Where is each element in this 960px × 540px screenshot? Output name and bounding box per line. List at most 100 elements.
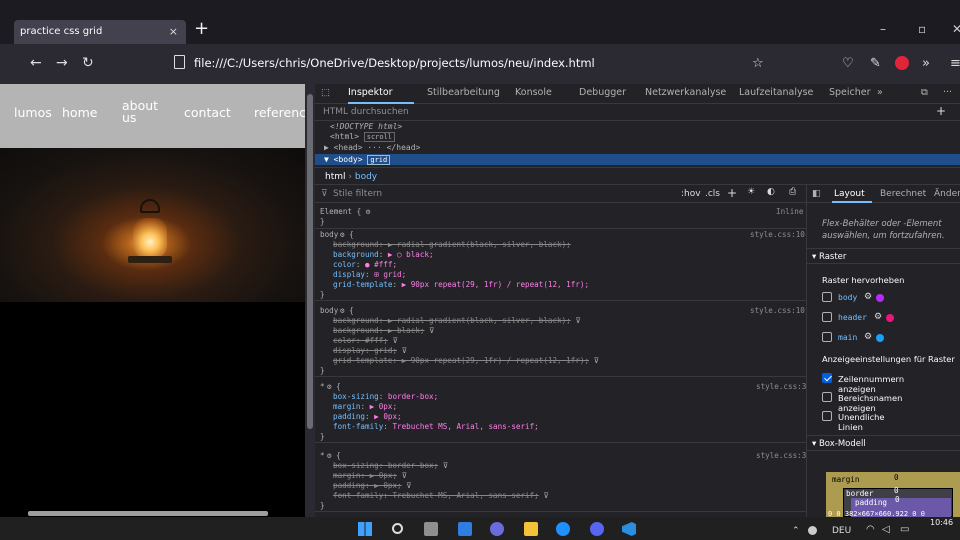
css-declaration[interactable]: box-sizing: border-box; — [333, 392, 438, 402]
rule-selector[interactable]: body — [320, 306, 338, 316]
setting-checkbox[interactable] — [822, 373, 832, 383]
adblock-icon[interactable] — [895, 56, 909, 70]
css-property[interactable]: color — [333, 336, 356, 345]
teams-icon[interactable] — [490, 522, 504, 536]
element-picker-icon[interactable]: ⬚ — [321, 87, 330, 98]
boxmodel-section[interactable]: ▾ Box-Modell — [806, 435, 960, 451]
css-property[interactable]: background — [333, 326, 379, 335]
css-property[interactable]: display — [333, 346, 365, 355]
wifi-icon[interactable]: ◠ — [866, 524, 875, 535]
add-node-icon[interactable]: + — [936, 104, 946, 118]
forward-icon[interactable]: → — [56, 55, 68, 71]
rule-selector[interactable]: * — [320, 451, 325, 461]
rule-selector[interactable]: body — [320, 230, 338, 240]
grid-settings-icon[interactable]: ⚙ — [864, 292, 872, 302]
css-value[interactable]: ▶ radial-gradient(black, silver, black); — [388, 240, 571, 249]
css-property[interactable]: background — [333, 250, 379, 259]
tab-close-icon[interactable]: × — [169, 20, 178, 44]
css-property[interactable]: font-family — [333, 491, 383, 500]
css-value[interactable]: ▶ 90px repeat(29, 1fr) / repeat(12, 1fr)… — [402, 356, 589, 365]
tab-style-editor[interactable]: Stilbearbeitung — [427, 87, 500, 98]
tab-console[interactable]: Konsole — [515, 87, 552, 98]
volume-icon[interactable]: ◁ — [882, 524, 890, 535]
tab-performance[interactable]: Laufzeitanalyse — [739, 87, 813, 98]
css-value[interactable]: ⊞ grid; — [374, 270, 406, 279]
rule-source-link[interactable]: style.css:10 — [750, 306, 805, 316]
setting-checkbox[interactable] — [822, 392, 832, 402]
rules-filter-input[interactable]: Stile filtern — [333, 189, 382, 199]
html-search-input[interactable]: HTML durchsuchen — [315, 104, 960, 121]
css-property[interactable]: margin — [333, 471, 360, 480]
tab-inspector[interactable]: Inspektor — [348, 87, 393, 98]
light-scheme-icon[interactable]: ☀ — [747, 187, 755, 197]
overridden-filter-icon[interactable]: ⊽ — [424, 326, 435, 335]
minimize-button[interactable]: – — [880, 22, 886, 36]
nav-about[interactable]: about us — [122, 99, 162, 124]
css-declaration[interactable]: padding: ▶ 0px; ⊽ — [333, 481, 412, 491]
grid-body-checkbox[interactable] — [822, 292, 832, 302]
rule-source-link[interactable]: style.css:10 — [750, 230, 805, 240]
language-indicator[interactable]: DEU — [832, 526, 851, 536]
tab-storage[interactable]: Speicher — [829, 87, 871, 98]
maximize-button[interactable]: ▫ — [918, 22, 926, 36]
reload-icon[interactable]: ↻ — [82, 55, 94, 71]
css-property[interactable]: display — [333, 270, 365, 279]
grid-color-swatch[interactable] — [876, 294, 884, 302]
css-declaration[interactable]: color: ● #fff; — [333, 260, 397, 270]
grid-color-swatch[interactable] — [876, 334, 884, 342]
css-property[interactable]: padding — [333, 412, 365, 421]
battery-icon[interactable]: ▭ — [900, 524, 909, 535]
print-media-icon[interactable]: ⎙ — [789, 187, 796, 197]
css-declaration[interactable]: color: #fff; ⊽ — [333, 336, 398, 346]
rule-selector[interactable]: * — [320, 382, 325, 392]
css-value[interactable]: #fff; — [365, 336, 388, 345]
new-tab-button[interactable]: + — [194, 18, 209, 39]
overridden-filter-icon[interactable]: ⊽ — [397, 471, 408, 480]
css-declaration[interactable]: background: ▶ radial-gradient(black, sil… — [333, 240, 571, 250]
css-declaration[interactable]: background: ▶ radial-gradient(black, sil… — [333, 316, 581, 326]
css-property[interactable]: background — [333, 316, 379, 325]
overridden-filter-icon[interactable]: ⊽ — [571, 316, 581, 325]
html-node[interactable]: <html> scroll — [330, 132, 396, 142]
overridden-filter-icon[interactable]: ⊽ — [438, 461, 449, 470]
rule-source-link[interactable]: style.css:3 — [756, 382, 806, 392]
browser-tab[interactable]: practice css grid × — [14, 20, 186, 44]
tab-computed[interactable]: Berechnet — [880, 189, 926, 199]
css-declaration[interactable]: display: grid; ⊽ — [333, 346, 407, 356]
tools-icon[interactable]: ✎ — [870, 56, 881, 71]
nav-home[interactable]: home — [62, 105, 97, 120]
hover-state-toggle[interactable]: :hov — [681, 189, 701, 199]
overridden-filter-icon[interactable]: ⊽ — [402, 481, 412, 490]
tray-chevron-icon[interactable]: ⌃ — [792, 526, 800, 536]
css-value[interactable]: Trebuchet MS, Arial, sans-serif; — [392, 422, 538, 431]
close-window-button[interactable]: ✕ — [952, 22, 960, 36]
firefox-developer-icon[interactable] — [556, 522, 570, 536]
search-icon[interactable] — [392, 523, 403, 534]
bookmark-star-icon[interactable]: ☆ — [752, 56, 764, 71]
css-declaration[interactable]: background: ▶ ◯ black; — [333, 250, 434, 260]
css-property[interactable]: grid-template — [333, 356, 392, 365]
css-value[interactable]: Trebuchet MS, Arial, sans-serif; — [392, 491, 538, 500]
css-declaration[interactable]: grid-template: ▶ 90px repeat(29, 1fr) / … — [333, 356, 599, 366]
css-property[interactable]: box-sizing — [333, 461, 379, 470]
back-icon[interactable]: ← — [30, 55, 42, 71]
css-value[interactable]: grid; — [374, 346, 397, 355]
grid-badge[interactable]: grid — [367, 155, 391, 165]
more-tabs-icon[interactable]: » — [877, 87, 883, 98]
css-value[interactable]: ● #fff; — [365, 260, 397, 269]
raster-section[interactable]: ▾ Raster — [806, 248, 960, 264]
dark-scheme-icon[interactable]: ◐ — [767, 187, 775, 197]
css-value[interactable]: ▶ 0px; — [374, 481, 401, 490]
css-property[interactable]: box-sizing — [333, 392, 379, 401]
breadcrumb-body[interactable]: body — [355, 172, 377, 182]
start-icon[interactable] — [358, 522, 372, 536]
css-value[interactable]: ▶ radial-gradient(black, silver, black); — [388, 316, 571, 325]
onedrive-icon[interactable] — [808, 526, 817, 535]
pocket-icon[interactable]: ♡ — [842, 56, 854, 71]
css-value[interactable]: ▶ 0px; — [374, 412, 401, 421]
setting-checkbox[interactable] — [822, 411, 832, 421]
task-view-icon[interactable] — [424, 522, 438, 536]
nav-reference[interactable]: reference — [254, 105, 305, 120]
add-rule-button[interactable]: + — [727, 186, 737, 200]
toggle-sidebar-icon[interactable]: ◧ — [812, 189, 821, 199]
